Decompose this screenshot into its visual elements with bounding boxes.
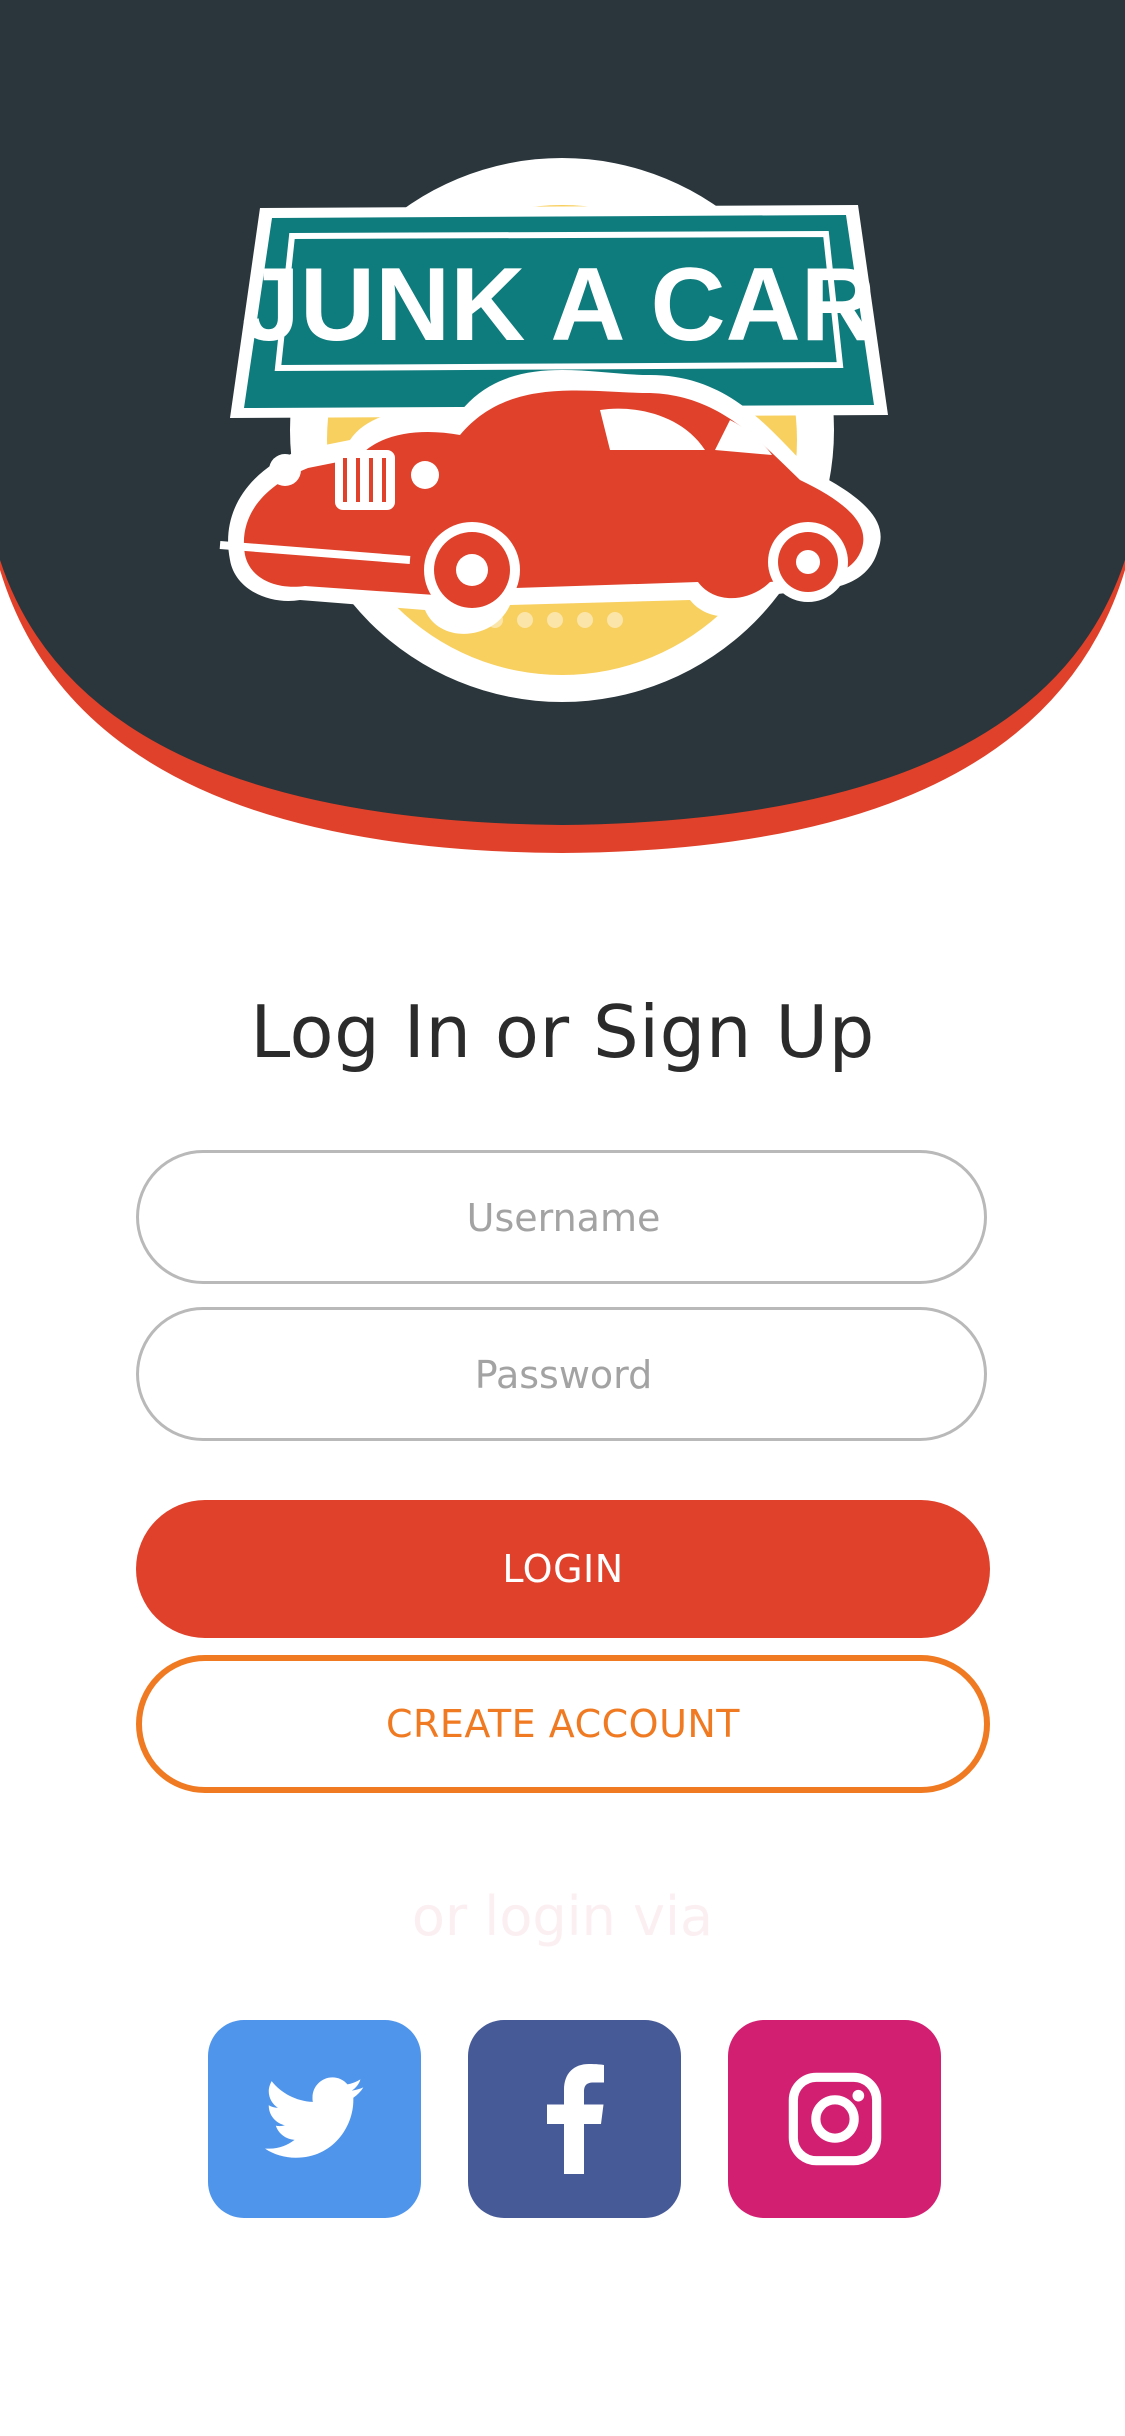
password-input[interactable] — [139, 1310, 988, 1440]
username-input[interactable] — [139, 1153, 988, 1283]
password-field[interactable] — [136, 1307, 988, 1441]
twitter-icon — [264, 2077, 363, 2158]
instagram-login-button[interactable] — [728, 2020, 941, 2218]
logo-text: JUNK A CAR — [242, 247, 876, 363]
junk-a-car-logo: JUNK A CAR — [210, 150, 910, 710]
facebook-icon — [546, 2064, 604, 2174]
alt-login-label: or login via — [411, 1885, 714, 1948]
facebook-login-button[interactable] — [468, 2020, 681, 2218]
instagram-icon — [788, 2072, 881, 2166]
login-button[interactable]: LOGIN — [136, 1500, 990, 1638]
page-title: Log In or Sign Up — [250, 990, 875, 1074]
twitter-login-button[interactable] — [208, 2020, 421, 2218]
create-account-button[interactable]: CREATE ACCOUNT — [136, 1655, 990, 1793]
username-field[interactable] — [136, 1150, 988, 1284]
